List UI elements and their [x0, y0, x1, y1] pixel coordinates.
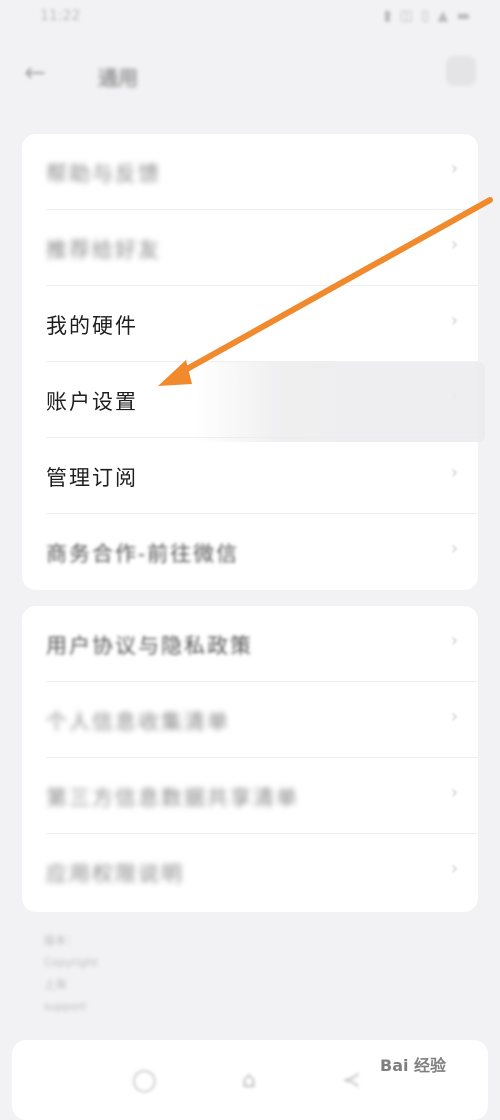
list-item-user-agreement[interactable]: 用户协议与隐私政策 ›	[22, 606, 478, 682]
chevron-right-icon: ›	[450, 706, 458, 727]
nav-bar: ← 通用	[0, 48, 500, 100]
page-title: 通用	[98, 66, 138, 90]
chevron-right-icon: ›	[450, 310, 458, 331]
list-item-account-settings[interactable]: 账户设置 ›	[22, 362, 478, 438]
chevron-right-icon: ›	[450, 538, 458, 559]
settings-card-main: 帮助与反馈 › 推荐给好友 › 我的硬件 › 账户设置 › 管理订阅 › 商务合…	[22, 134, 478, 590]
list-item-label: 管理订阅	[46, 466, 138, 490]
footer-line: 上海	[44, 978, 66, 991]
chevron-right-icon: ›	[450, 858, 458, 879]
list-item-label: 商务合作-前往微信	[46, 542, 240, 566]
chevron-right-icon: ›	[450, 630, 458, 651]
watermark-text: Bai 经验	[380, 1056, 447, 1075]
list-item-label: 我的硬件	[46, 314, 138, 338]
list-item-label: 第三方信息数据共享清单	[46, 786, 299, 810]
list-item-label: 帮助与反馈	[46, 162, 161, 186]
settings-card-legal: 用户协议与隐私政策 › 个人信息收集清单 › 第三方信息数据共享清单 › 应用权…	[22, 606, 478, 912]
list-item-label: 用户协议与隐私政策	[46, 634, 253, 658]
share-icon[interactable]: ≺	[342, 1068, 360, 1093]
list-item-recommend-friends[interactable]: 推荐给好友 ›	[22, 210, 478, 286]
chevron-right-icon: ›	[450, 158, 458, 179]
footer-line: Copyright	[44, 956, 98, 969]
status-time: 11:22	[40, 8, 81, 24]
footer-line: 版本：	[44, 934, 77, 947]
baidu-jingyan-watermark: Bai 经验	[380, 1052, 446, 1076]
footer-info: 版本： Copyright 上海 support	[44, 930, 98, 1018]
list-item-app-permissions[interactable]: 应用权限说明 ›	[22, 834, 478, 910]
list-item-my-hardware[interactable]: 我的硬件 ›	[22, 286, 478, 362]
list-item-label: 应用权限说明	[46, 862, 184, 886]
footer-line: support	[44, 1000, 87, 1013]
list-item-label: 推荐给好友	[46, 238, 161, 262]
status-icons: ▮ ◫ ▯ ▲ ▬	[383, 8, 472, 24]
chevron-right-icon: ›	[450, 234, 458, 255]
back-arrow-icon[interactable]: ←	[24, 58, 46, 88]
home-icon[interactable]: ⌂	[242, 1068, 256, 1093]
status-bar: 11:22 ▮ ◫ ▯ ▲ ▬	[0, 0, 500, 36]
menu-icon[interactable]	[446, 56, 476, 86]
list-item-manage-subscription[interactable]: 管理订阅 ›	[22, 438, 478, 514]
list-item-personal-info-list[interactable]: 个人信息收集清单 ›	[22, 682, 478, 758]
list-item-third-party-sharing[interactable]: 第三方信息数据共享清单 ›	[22, 758, 478, 834]
list-item-business-cooperation[interactable]: 商务合作-前往微信 ›	[22, 514, 478, 590]
chevron-right-icon: ›	[450, 386, 458, 407]
list-item-label: 个人信息收集清单	[46, 710, 230, 734]
chevron-right-icon: ›	[450, 462, 458, 483]
chevron-right-icon: ›	[450, 782, 458, 803]
chat-icon[interactable]: ◯	[132, 1068, 157, 1093]
list-item-label: 账户设置	[46, 390, 138, 414]
list-item-help-feedback[interactable]: 帮助与反馈 ›	[22, 134, 478, 210]
